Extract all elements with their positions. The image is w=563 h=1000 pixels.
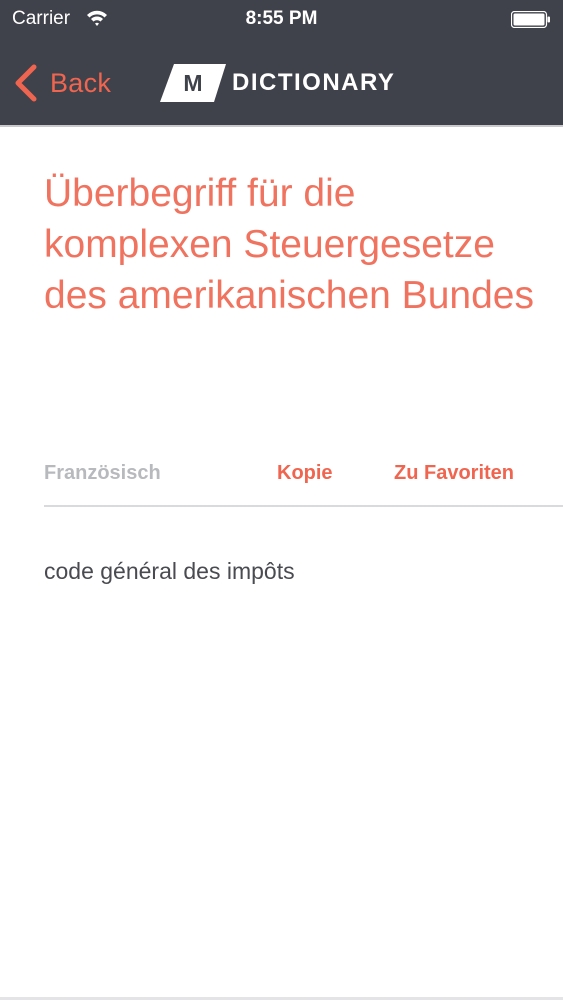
app-logo: M DICTIONARY [160, 63, 395, 103]
status-bar: Carrier 8:55 PM [0, 0, 563, 38]
battery-icon [510, 10, 551, 29]
back-button[interactable]: Back [12, 62, 111, 104]
navigation-bar: Back M DICTIONARY [0, 38, 563, 126]
clock: 8:55 PM [245, 8, 318, 29]
language-label: Französisch [44, 462, 161, 484]
logo-mark: M [160, 64, 226, 102]
back-label: Back [50, 67, 112, 98]
copy-button[interactable]: Kopie [277, 462, 333, 485]
logo-letter: M [183, 70, 203, 96]
translation-text: code général des impôts [44, 558, 295, 584]
action-row: Französisch Kopie Zu Favoriten [44, 458, 563, 492]
header-bar: Carrier 8:55 PM Back M DICTIONARY [0, 0, 563, 127]
add-to-favorites-button[interactable]: Zu Favoriten [394, 462, 514, 485]
logo-text: DICTIONARY [232, 69, 396, 96]
chevron-left-icon [15, 64, 37, 102]
term-title: Überbegriff für die komplexen Steuergese… [44, 172, 534, 317]
divider [44, 505, 563, 507]
